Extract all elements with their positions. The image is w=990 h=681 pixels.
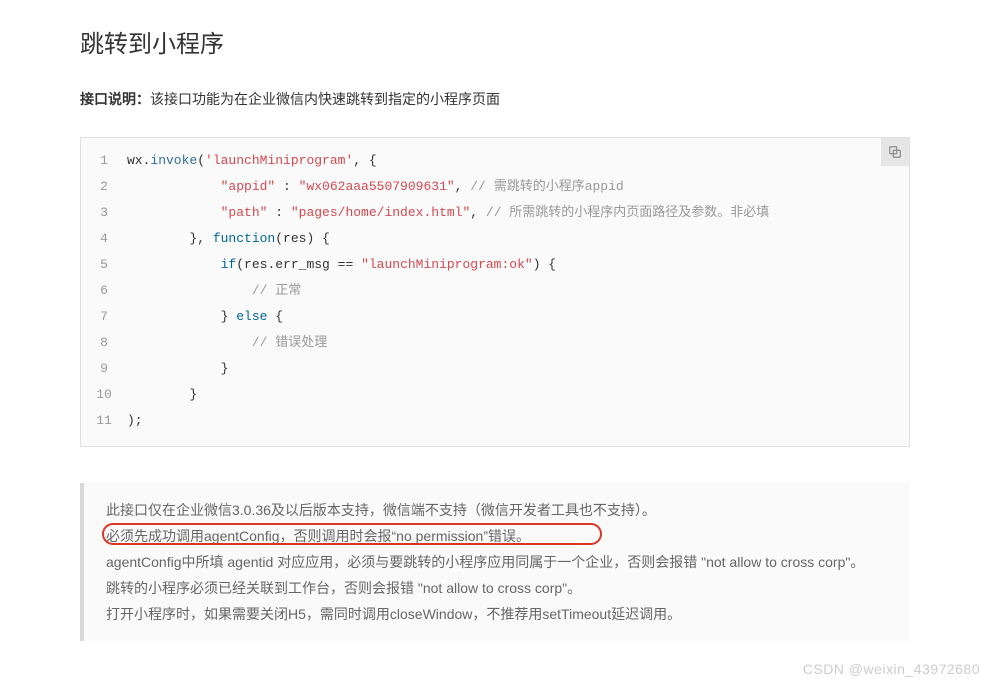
code-line: 3 "path" : "pages/home/index.html", // 所… xyxy=(81,200,909,226)
page-title: 跳转到小程序 xyxy=(80,24,910,59)
watermark: CSDN @weixin_43972680 xyxy=(803,661,980,677)
code-line: 5 if(res.err_msg == "launchMiniprogram:o… xyxy=(81,252,909,278)
note-line: 此接口仅在企业微信3.0.36及以后版本支持，微信端不支持（微信开发者工具也不支… xyxy=(106,497,892,523)
line-number: 2 xyxy=(81,174,127,200)
desc-text: 该接口功能为在企业微信内快速跳转到指定的小程序页面 xyxy=(150,91,500,107)
desc-label: 接口说明： xyxy=(80,91,150,107)
line-number: 4 xyxy=(81,226,127,252)
code-line: 2 "appid" : "wx062aaa5507909631", // 需跳转… xyxy=(81,174,909,200)
line-number: 1 xyxy=(81,148,127,174)
note-line: agentConfig中所填 agentid 对应应用，必须与要跳转的小程序应用… xyxy=(106,549,892,575)
api-description: 接口说明：该接口功能为在企业微信内快速跳转到指定的小程序页面 xyxy=(80,89,910,109)
code-line: 7 } else { xyxy=(81,304,909,330)
code-line: 11 ); xyxy=(81,408,909,434)
line-number: 5 xyxy=(81,252,127,278)
note-line-highlighted: 必须先成功调用agentConfig，否则调用时会报“no permission… xyxy=(106,523,892,549)
code-line: 4 }, function(res) { xyxy=(81,226,909,252)
code-line: 1 wx.invoke('launchMiniprogram', { xyxy=(81,148,909,174)
line-number: 11 xyxy=(81,408,127,434)
line-number: 7 xyxy=(81,304,127,330)
line-number: 9 xyxy=(81,356,127,382)
note-line: 打开小程序时，如果需要关闭H5，需同时调用closeWindow，不推荐用set… xyxy=(106,601,892,627)
copy-icon xyxy=(888,145,902,159)
code-line: 6 // 正常 xyxy=(81,278,909,304)
line-number: 6 xyxy=(81,278,127,304)
code-line: 9 } xyxy=(81,356,909,382)
line-number: 3 xyxy=(81,200,127,226)
line-number: 10 xyxy=(81,382,127,408)
note-line: 跳转的小程序必须已经关联到工作台，否则会报错 "not allow to cro… xyxy=(106,575,892,601)
code-line: 10 } xyxy=(81,382,909,408)
line-number: 8 xyxy=(81,330,127,356)
code-block: 1 wx.invoke('launchMiniprogram', { 2 "ap… xyxy=(80,137,910,447)
code-line: 8 // 错误处理 xyxy=(81,330,909,356)
copy-button[interactable] xyxy=(881,138,909,166)
note-block: 此接口仅在企业微信3.0.36及以后版本支持，微信端不支持（微信开发者工具也不支… xyxy=(80,483,910,641)
